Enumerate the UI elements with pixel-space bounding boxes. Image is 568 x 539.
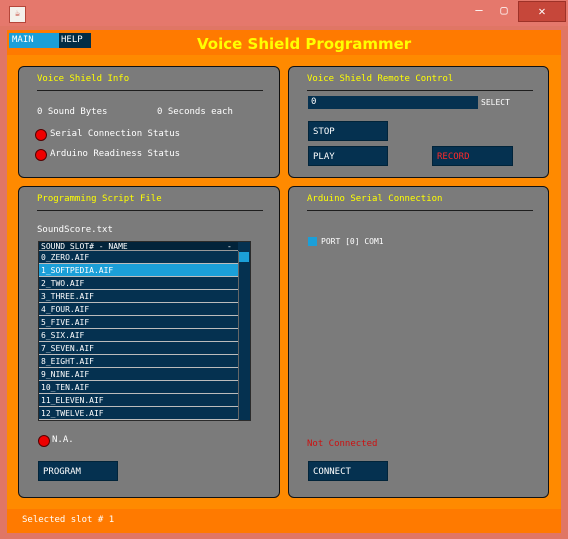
list-item[interactable]: 6_SIX.AIF [39, 329, 238, 342]
close-button[interactable]: ✕ [518, 1, 566, 22]
serial-connection-status: Serial Connection Status [50, 129, 181, 139]
list-item[interactable]: 0_ZERO.AIF [39, 251, 238, 264]
list-item-selected[interactable]: 1_SOFTPEDIA.AIF [39, 264, 238, 277]
connection-status-text: Not Connected [307, 439, 378, 449]
list-item[interactable]: 11_ELEVEN.AIF [39, 394, 238, 407]
program-button[interactable]: PROGRAM [38, 461, 118, 481]
list-item[interactable]: 7_SEVEN.AIF [39, 342, 238, 355]
arduino-readiness-status: Arduino Readiness Status [50, 149, 181, 159]
list-item[interactable]: 2_TWO.AIF [39, 277, 238, 290]
list-header-sort[interactable]: - [227, 242, 232, 251]
list-item[interactable]: 9_NINE.AIF [39, 368, 238, 381]
connect-button[interactable]: CONNECT [308, 461, 388, 481]
serial-status-led-icon [35, 129, 47, 141]
arduino-status-led-icon [35, 149, 47, 161]
sound-slot-list[interactable]: SOUND SLOT# - NAME - 0_ZERO.AIF 1_SOFTPE… [38, 241, 251, 421]
list-item[interactable]: 12_TWELVE.AIF [39, 407, 238, 420]
script-divider [37, 210, 263, 211]
app-title: Voice Shield Programmer [197, 35, 412, 53]
maximize-button[interactable]: ▢ [492, 1, 516, 20]
remote-panel-title: Voice Shield Remote Control [307, 74, 454, 84]
slot-number-input[interactable]: 0 [308, 96, 478, 109]
list-scrollbar[interactable] [238, 251, 250, 420]
sound-bytes-count: 0 Sound Bytes [37, 107, 108, 117]
record-button[interactable]: RECORD [432, 146, 513, 166]
serial-panel-title: Arduino Serial Connection [307, 194, 443, 204]
java-cup-icon: ☕ [9, 6, 26, 23]
serial-connection-panel [288, 186, 549, 498]
list-item[interactable]: 3_THREE.AIF [39, 290, 238, 303]
list-item[interactable]: 5_FIVE.AIF [39, 316, 238, 329]
selected-slot-status: Selected slot # 1 [22, 515, 115, 525]
program-status-led-icon [38, 435, 50, 447]
script-file-name: SoundScore.txt [37, 225, 113, 235]
port-radio-icon[interactable] [308, 237, 317, 246]
list-header-label: SOUND SLOT# - NAME [41, 242, 128, 251]
list-scrollbar-thumb[interactable] [239, 252, 249, 262]
port-com1-option[interactable]: PORT [0] COM1 [321, 237, 384, 246]
serial-divider [307, 210, 533, 211]
seconds-each: 0 Seconds each [157, 107, 233, 117]
script-panel-title: Programming Script File [37, 194, 162, 204]
play-button[interactable]: PLAY [308, 146, 388, 166]
menu-main[interactable]: MAIN [9, 33, 60, 48]
list-item[interactable]: 4_FOUR.AIF [39, 303, 238, 316]
stop-button[interactable]: STOP [308, 121, 388, 141]
remote-divider [307, 90, 533, 91]
list-item[interactable]: 10_TEN.AIF [39, 381, 238, 394]
minimize-button[interactable]: — [467, 1, 491, 20]
info-panel-title: Voice Shield Info [37, 74, 130, 84]
info-divider [37, 90, 263, 91]
list-item[interactable]: 8_EIGHT.AIF [39, 355, 238, 368]
list-header: SOUND SLOT# - NAME - [39, 242, 238, 251]
program-status: N.A. [52, 435, 74, 445]
menu-help[interactable]: HELP [59, 33, 91, 48]
select-label: SELECT [481, 98, 510, 107]
